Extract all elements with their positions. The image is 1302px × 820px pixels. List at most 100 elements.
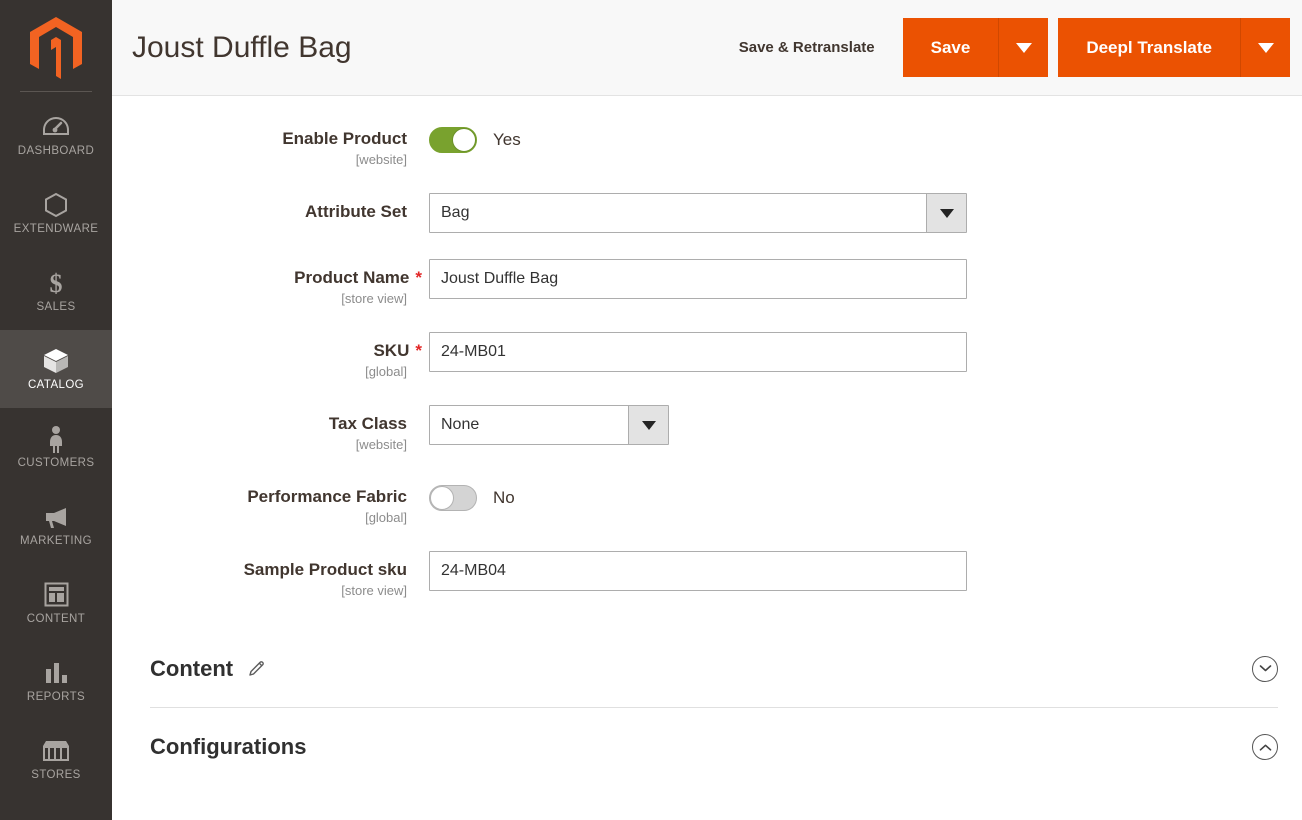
sidebar-item-content[interactable]: CONTENT: [0, 564, 112, 642]
sidebar-item-stores[interactable]: STORES: [0, 720, 112, 798]
field-control: [429, 332, 1278, 372]
sample-product-sku-input[interactable]: [429, 551, 967, 591]
header-actions: Save & Retranslate Save Deepl Translate: [721, 0, 1302, 96]
section-title: Configurations: [150, 734, 307, 759]
field-label-wrap: Tax Class [website]: [112, 405, 429, 452]
sidebar-item-catalog[interactable]: CATALOG: [0, 330, 112, 408]
save-split-button: Save: [902, 18, 1049, 77]
sidebar-item-label: REPORTS: [26, 690, 86, 703]
sidebar-item-label: STORES: [31, 768, 81, 781]
attribute-set-value: Bag: [430, 194, 926, 232]
field-label: Enable Product: [282, 129, 407, 148]
field-scope: [global]: [365, 364, 407, 379]
product-name-input[interactable]: [429, 259, 967, 299]
tax-class-dropdown-toggle[interactable]: [628, 406, 668, 444]
sidebar-item-label: DASHBOARD: [17, 144, 95, 157]
save-dropdown-toggle[interactable]: [998, 18, 1049, 77]
field-label: Performance Fabric: [247, 487, 407, 506]
toggle-knob: [430, 486, 454, 510]
chevron-down-icon: [939, 208, 954, 218]
attribute-set-dropdown-toggle[interactable]: [926, 194, 966, 232]
sidebar-item-sales[interactable]: $ SALES: [0, 252, 112, 330]
sidebar-item-label: SALES: [36, 300, 76, 313]
box-icon: [42, 347, 70, 375]
field-performance-fabric: Performance Fabric [global] No: [112, 478, 1302, 525]
sidebar-item-dashboard[interactable]: DASHBOARD: [0, 96, 112, 174]
field-sku: SKU * [global]: [112, 332, 1302, 379]
field-control: No: [429, 478, 1278, 518]
sidebar-item-label: MARKETING: [20, 534, 92, 547]
tax-class-select[interactable]: None: [429, 405, 669, 445]
section-title: Content: [150, 655, 234, 681]
sidebar-item-extendware[interactable]: EXTENDWARE: [0, 174, 112, 252]
person-icon: [47, 425, 65, 453]
field-control: None: [429, 405, 1278, 445]
bar-chart-icon: [43, 659, 69, 687]
chevron-up-icon[interactable]: [1252, 734, 1278, 760]
field-control: Yes: [429, 120, 1278, 160]
product-form: Enable Product [website] Yes Attribute S…: [112, 96, 1302, 820]
deepl-translate-split-button: Deepl Translate: [1058, 18, 1290, 77]
field-label: SKU: [373, 341, 410, 360]
performance-fabric-toggle-row: No: [429, 478, 1278, 518]
tax-class-value: None: [430, 406, 628, 444]
section-configurations[interactable]: Configurations: [150, 708, 1278, 786]
field-label-wrap: Product Name * [store view]: [112, 259, 429, 306]
field-tax-class: Tax Class [website] None: [112, 405, 1302, 452]
enable-product-value: Yes: [493, 130, 521, 149]
chevron-down-icon: [641, 420, 656, 430]
field-scope: [website]: [355, 152, 407, 167]
field-label: Product Name: [294, 268, 410, 287]
save-and-retranslate-button[interactable]: Save & Retranslate: [721, 39, 893, 56]
field-label-wrap: Enable Product [website]: [112, 120, 429, 167]
performance-fabric-value: No: [493, 488, 515, 507]
hexagon-icon: [44, 191, 68, 219]
admin-sidebar: DASHBOARD EXTENDWARE $ SALES CATALOG CUS…: [0, 0, 112, 820]
field-label: Sample Product sku: [243, 560, 407, 579]
layout-icon: [44, 581, 69, 609]
field-scope: [website]: [355, 437, 407, 452]
section-content[interactable]: Content: [150, 630, 1278, 708]
chevron-down-icon[interactable]: [1252, 655, 1278, 682]
field-label: Attribute Set: [305, 202, 407, 221]
sidebar-item-reports[interactable]: REPORTS: [0, 642, 112, 720]
sidebar-item-label: CONTENT: [26, 612, 86, 625]
megaphone-icon: [42, 503, 70, 531]
chevron-down-icon: [1015, 42, 1032, 53]
sku-input[interactable]: [429, 332, 967, 372]
save-button[interactable]: Save: [902, 18, 999, 77]
attribute-set-select[interactable]: Bag: [429, 193, 967, 233]
field-sample-product-sku: Sample Product sku [store view]: [112, 551, 1302, 598]
sidebar-item-label: EXTENDWARE: [13, 222, 99, 235]
dashboard-icon: [43, 113, 69, 141]
field-label-wrap: SKU * [global]: [112, 332, 429, 379]
storefront-icon: [41, 737, 71, 765]
section-list: Content Configurations: [112, 630, 1302, 786]
chevron-down-icon: [1257, 42, 1274, 53]
field-attribute-set: Attribute Set Bag: [112, 193, 1302, 233]
field-label-wrap: Sample Product sku [store view]: [112, 551, 429, 598]
sidebar-item-marketing[interactable]: MARKETING: [0, 486, 112, 564]
deepl-translate-button[interactable]: Deepl Translate: [1058, 18, 1240, 77]
field-product-name: Product Name * [store view]: [112, 259, 1302, 306]
field-control: Bag: [429, 193, 1278, 233]
field-scope: [store view]: [341, 583, 407, 598]
enable-product-toggle[interactable]: [429, 127, 477, 153]
performance-fabric-toggle[interactable]: [429, 485, 477, 511]
svg-text:$: $: [50, 269, 63, 297]
page-title: Joust Duffle Bag: [132, 31, 352, 64]
magento-logo[interactable]: [0, 0, 112, 96]
field-scope: [global]: [365, 510, 407, 525]
sidebar-item-customers[interactable]: CUSTOMERS: [0, 408, 112, 486]
field-scope: [store view]: [341, 291, 407, 306]
sidebar-item-label: CUSTOMERS: [17, 456, 95, 469]
deepl-dropdown-toggle[interactable]: [1240, 18, 1290, 77]
field-control: [429, 551, 1278, 591]
dollar-icon: $: [46, 269, 66, 297]
required-indicator: *: [415, 341, 422, 360]
required-indicator: *: [415, 268, 422, 287]
main-area: Joust Duffle Bag Save & Retranslate Save…: [112, 0, 1302, 820]
pencil-icon[interactable]: [247, 659, 266, 678]
field-control: [429, 259, 1278, 299]
page-header: Joust Duffle Bag Save & Retranslate Save…: [112, 0, 1302, 96]
